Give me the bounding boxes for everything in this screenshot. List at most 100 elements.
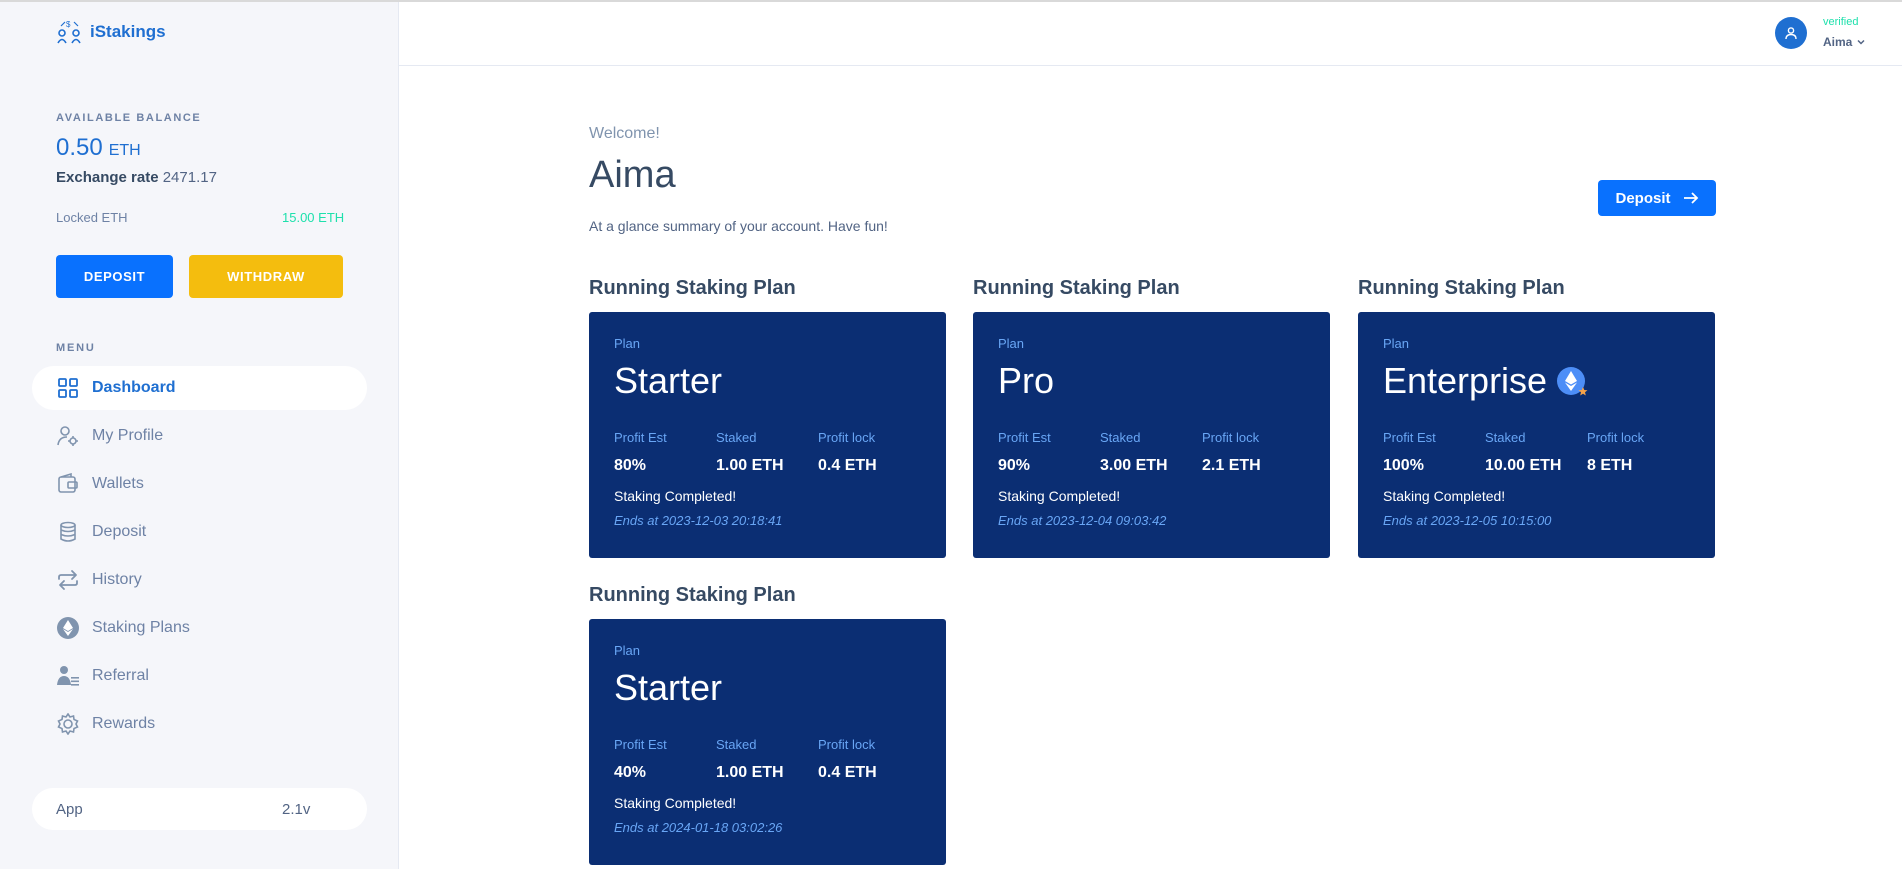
card-heading: Running Staking Plan: [1358, 277, 1565, 299]
chevron-down-icon: [1857, 39, 1865, 45]
staking-status: Staking Completed!: [614, 795, 737, 811]
plan-name-text: Enterprise: [1383, 360, 1548, 401]
staked-label: Staked: [1100, 430, 1141, 445]
repeat-icon: [56, 568, 80, 592]
ends-at: Ends at 2023-12-04 09:03:42: [998, 513, 1167, 528]
sidebar-deposit-button[interactable]: DEPOSIT: [56, 255, 173, 298]
staking-status: Staking Completed!: [998, 488, 1121, 504]
welcome-text: Welcome!: [589, 125, 660, 142]
sidebar-item-label: Referral: [92, 667, 149, 684]
profit-est-label: Profit Est: [614, 430, 667, 445]
staked-col: Staked 3.00 ETH: [1100, 430, 1168, 475]
avatar[interactable]: [1775, 17, 1807, 49]
profit-lock-col: Profit lock 2.1 ETH: [1202, 430, 1261, 475]
sidebar-item-label: Wallets: [92, 475, 144, 492]
gear-badge-icon: [56, 712, 80, 736]
staking-plan-card[interactable]: Plan Starter Profit Est 40% Staked 1.00 ET…: [589, 619, 946, 865]
profit-lock-col: Profit lock 8 ETH: [1587, 430, 1644, 475]
staked-value: 3.00 ETH: [1100, 457, 1168, 474]
staking-plan-card[interactable]: Plan Enterprise Profit Est 100% Staked 10.…: [1358, 312, 1715, 558]
staking-status: Staking Completed!: [614, 488, 737, 504]
profit-lock-label: Profit lock: [1587, 430, 1645, 445]
staked-value: 10.00 ETH: [1485, 457, 1562, 474]
sidebar-item-dashboard[interactable]: Dashboard: [32, 366, 367, 410]
locked-eth-value: 15.00 ETH: [282, 210, 345, 225]
profit-est-col: Profit Est 100%: [1383, 430, 1436, 475]
svg-text:$: $: [66, 20, 71, 29]
plan-label: Plan: [998, 336, 1025, 351]
sidebar-item-deposit[interactable]: Deposit: [32, 510, 367, 554]
card-heading: Running Staking Plan: [589, 277, 796, 299]
profit-est-value: 90%: [998, 457, 1031, 474]
staked-label: Staked: [1485, 430, 1526, 445]
sidebar-item-wallets[interactable]: Wallets: [32, 462, 367, 506]
staked-value: 1.00 ETH: [716, 764, 784, 781]
user-list-icon: [56, 664, 80, 688]
profit-lock-label: Profit lock: [818, 430, 876, 445]
app-version: 2.1v: [282, 801, 311, 818]
plan-label: Plan: [1383, 336, 1410, 351]
sidebar-item-label: Rewards: [92, 715, 156, 732]
profit-est-value: 40%: [614, 764, 647, 781]
sidebar-item-label: Deposit: [92, 523, 147, 540]
balance-value: 0.50 ETH: [56, 134, 141, 162]
ethereum-icon: [56, 616, 80, 640]
coins-icon: [56, 520, 80, 544]
staking-plan-card[interactable]: Plan Starter Profit Est 80% Staked 1.00 ET…: [589, 312, 946, 558]
brand-name: iStakings: [90, 22, 166, 41]
deposit-button[interactable]: Deposit: [1598, 180, 1716, 216]
sidebar-item-rewards[interactable]: Rewards: [32, 702, 367, 746]
profit-lock-value: 8 ETH: [1587, 457, 1633, 474]
card-heading: Running Staking Plan: [589, 584, 796, 606]
profit-est-value: 80%: [614, 457, 647, 474]
user-gear-icon: [56, 424, 80, 448]
plan-label: Plan: [614, 336, 641, 351]
user-menu-toggle[interactable]: Aima: [1823, 35, 1866, 49]
profit-est-col: Profit Est 40%: [614, 737, 667, 782]
profit-lock-value: 0.4 ETH: [818, 457, 877, 474]
page-title: Aima: [589, 154, 676, 196]
wallet-icon: [56, 472, 80, 496]
balance-label: AVAILABLE BALANCE: [56, 112, 202, 124]
arrow-right-icon: [1683, 192, 1698, 204]
sidebar-item-my-profile[interactable]: My Profile: [32, 414, 367, 458]
ends-at: Ends at 2023-12-05 10:15:00: [1383, 513, 1552, 528]
profit-est-label: Profit Est: [614, 737, 667, 752]
brand-logo[interactable]: $ iStakings: [56, 20, 166, 44]
profit-est-col: Profit Est 80%: [614, 430, 667, 475]
balance-amount: 0.50: [56, 134, 103, 161]
ends-at: Ends at 2023-12-03 20:18:41: [614, 513, 783, 528]
ethereum-star-icon: [1557, 367, 1588, 396]
plan-name: Enterprise: [1383, 360, 1591, 402]
sidebar-item-referral[interactable]: Referral: [32, 654, 367, 698]
staked-value: 1.00 ETH: [716, 457, 784, 474]
profit-est-value: 100%: [1383, 457, 1424, 474]
plan-name: Starter: [614, 667, 722, 709]
sidebar-item-history[interactable]: History: [32, 558, 367, 602]
profit-lock-col: Profit lock 0.4 ETH: [818, 737, 877, 782]
plan-name-text: Starter: [614, 360, 723, 401]
exchange-rate: Exchange rate 2471.17: [56, 169, 217, 186]
exchange-rate-label: Exchange rate: [56, 169, 159, 186]
profit-lock-label: Profit lock: [818, 737, 876, 752]
balance-currency: ETH: [108, 142, 141, 159]
ends-at: Ends at 2024-01-18 03:02:26: [614, 820, 783, 835]
staked-col: Staked 1.00 ETH: [716, 737, 784, 782]
staking-plan-card[interactable]: Plan Pro Profit Est 90% Staked 3.00 ETH Pr…: [973, 312, 1330, 558]
sidebar-item-label: History: [92, 571, 142, 588]
sidebar-item-staking-plans[interactable]: Staking Plans: [32, 606, 367, 650]
dashboard-icon: [56, 376, 80, 400]
sidebar-withdraw-button[interactable]: WITHDRAW: [189, 255, 343, 298]
app-version-pill: App 2.1v: [32, 788, 367, 830]
profit-lock-col: Profit lock 0.4 ETH: [818, 430, 877, 475]
plan-name: Starter: [614, 360, 722, 402]
staked-label: Staked: [716, 430, 757, 445]
page-subtitle: At a glance summary of your account. Hav…: [589, 218, 888, 234]
profit-lock-label: Profit lock: [1202, 430, 1260, 445]
locked-eth-label: Locked ETH: [56, 210, 128, 225]
user-icon: [1785, 27, 1797, 40]
sidebar-item-label: My Profile: [92, 427, 164, 444]
top-header: [399, 2, 1902, 66]
card-heading: Running Staking Plan: [973, 277, 1180, 299]
profit-est-col: Profit Est 90%: [998, 430, 1051, 475]
